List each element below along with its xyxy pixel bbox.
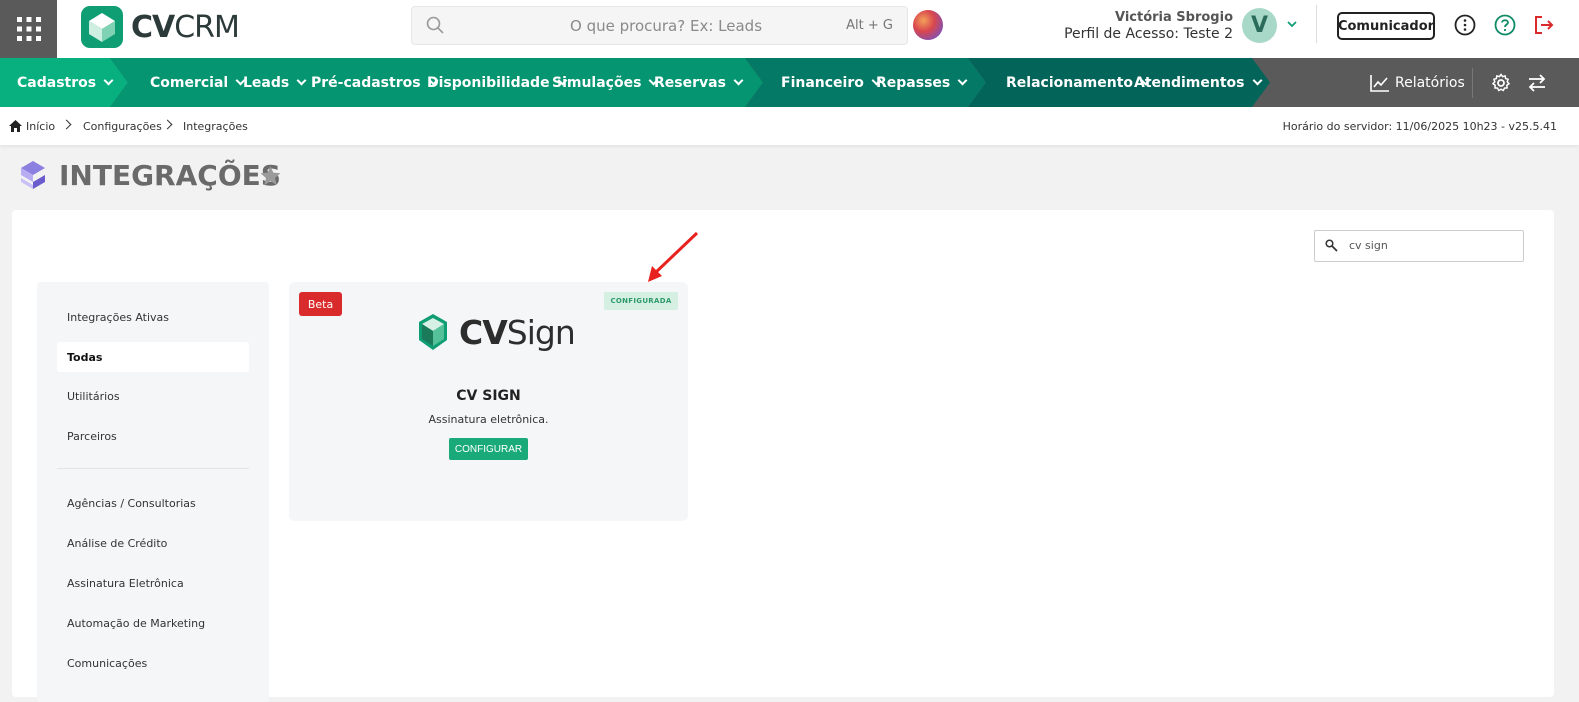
integration-filter-input[interactable]: cv sign (1314, 230, 1524, 262)
card-title: CV SIGN (456, 388, 521, 404)
chevron-down-icon (1252, 75, 1262, 86)
sidebar-item-automacao-de-marketing[interactable]: Automação de Marketing (57, 608, 249, 638)
grid-icon (16, 17, 41, 41)
home-icon[interactable] (9, 120, 22, 132)
sidebar-item-analise-de-credito[interactable]: Análise de Crédito (57, 528, 249, 558)
server-time: Horário do servidor: 11/06/2025 10h23 - … (1282, 120, 1557, 133)
card-description: Assinatura eletrônica. (428, 413, 549, 426)
header-divider (1316, 5, 1317, 43)
status-badge: CONFIGURADA (604, 292, 678, 310)
cvcrm-logo[interactable]: CVCRM (81, 6, 240, 48)
search-icon (426, 16, 444, 34)
sidebar-divider (57, 468, 249, 469)
chevron-down-icon (103, 75, 114, 86)
sidebar-item-todas[interactable]: Todas (57, 342, 249, 372)
category-sidebar: Integrações Ativas Todas Utilitários Par… (37, 282, 269, 702)
nav-leads[interactable]: Leads (243, 58, 307, 107)
main-panel: cv sign Integrações Ativas Todas Utilitá… (12, 210, 1554, 702)
breadcrumb-inicio[interactable]: Início (26, 120, 55, 133)
nav-relatorios[interactable]: Relatórios (1370, 58, 1465, 107)
sidebar-item-assinatura-eletronica[interactable]: Assinatura Eletrônica (57, 568, 249, 598)
integration-card-cv-sign: Beta CONFIGURADA CVSign CV SIGN Assinatu… (289, 282, 688, 521)
sidebar-item-utilitarios[interactable]: Utilitários (57, 381, 249, 411)
red-arrow-annotation (648, 231, 699, 282)
nav-cadastros[interactable]: Cadastros (17, 58, 114, 107)
assistant-orb-button[interactable] (913, 10, 943, 40)
cv-sign-logo: CVSign (413, 312, 576, 352)
logout-icon[interactable] (1533, 14, 1555, 36)
user-info[interactable]: Victória Sbrogio Perfil de Acesso: Teste… (1064, 10, 1233, 42)
search-shortcut: Alt + G (846, 18, 893, 33)
chevron-down-icon (957, 75, 968, 86)
sidebar-item-integracoes-ativas[interactable]: Integrações Ativas (57, 302, 249, 332)
nav-pre-cadastros[interactable]: Pré-cadastros (311, 58, 439, 107)
chevron-down-icon (296, 75, 307, 86)
chevron-right-icon (162, 119, 173, 130)
cvcrm-logo-icon (81, 6, 123, 48)
nav-relacionamento[interactable]: Relacionamento (1006, 58, 1151, 107)
search-placeholder: O que procura? Ex: Leads (570, 17, 763, 35)
avatar[interactable]: V (1242, 8, 1277, 43)
communicator-button[interactable]: Comunicador (1337, 12, 1435, 40)
sidebar-item-comunicacoes[interactable]: Comunicações (57, 648, 249, 678)
configure-button[interactable]: CONFIGURAR (449, 438, 528, 460)
star-icon[interactable] (260, 166, 281, 186)
global-search[interactable]: O que procura? Ex: Leads Alt + G (411, 6, 908, 45)
beta-badge: Beta (299, 292, 342, 316)
sidebar-item-agencias-consultorias[interactable]: Agências / Consultorias (57, 488, 249, 518)
breadcrumb-integracoes: Integrações (183, 120, 248, 133)
search-icon (1325, 239, 1338, 252)
main-nav: Cadastros Comercial Leads Pré-cadastros … (0, 58, 1579, 107)
chart-line-icon (1370, 74, 1389, 92)
breadcrumb: Início Configurações Integrações Horário… (0, 107, 1579, 145)
chevron-right-icon (61, 119, 72, 130)
swap-arrows-icon[interactable] (1527, 73, 1547, 93)
cv-sign-logo-text: CVSign (459, 312, 576, 352)
chevron-down-icon (733, 75, 744, 86)
nav-comercial[interactable]: Comercial (150, 58, 246, 107)
logo-text: CVCRM (131, 9, 240, 45)
breadcrumb-configuracoes[interactable]: Configurações (83, 120, 162, 133)
nav-atendimentos[interactable]: Atendimentos (1134, 58, 1262, 107)
integrations-sync-icon (21, 161, 45, 189)
nav-simulacoes[interactable]: Simulações (552, 58, 659, 107)
page-title: INTEGRAÇÕES (59, 159, 281, 192)
user-profile: Perfil de Acesso: Teste 2 (1064, 26, 1233, 42)
nav-divider (1472, 68, 1473, 98)
gear-icon[interactable] (1491, 73, 1511, 93)
cv-sign-logo-icon (419, 314, 447, 350)
user-name: Victória Sbrogio (1114, 10, 1233, 25)
top-bar: CVCRM O que procura? Ex: Leads Alt + G V… (0, 0, 1579, 58)
nav-repasses[interactable]: Repasses (876, 58, 968, 107)
nav-disponibilidade[interactable]: Disponibilidade (427, 58, 568, 107)
sidebar-item-parceiros[interactable]: Parceiros (57, 421, 249, 451)
filter-value: cv sign (1349, 239, 1388, 252)
chevron-down-icon[interactable] (1286, 19, 1298, 29)
apps-grid-button[interactable] (0, 0, 57, 58)
nav-reservas[interactable]: Reservas (654, 58, 744, 107)
info-icon[interactable] (1454, 14, 1476, 36)
nav-financeiro[interactable]: Financeiro (781, 58, 882, 107)
help-icon[interactable] (1494, 14, 1516, 36)
